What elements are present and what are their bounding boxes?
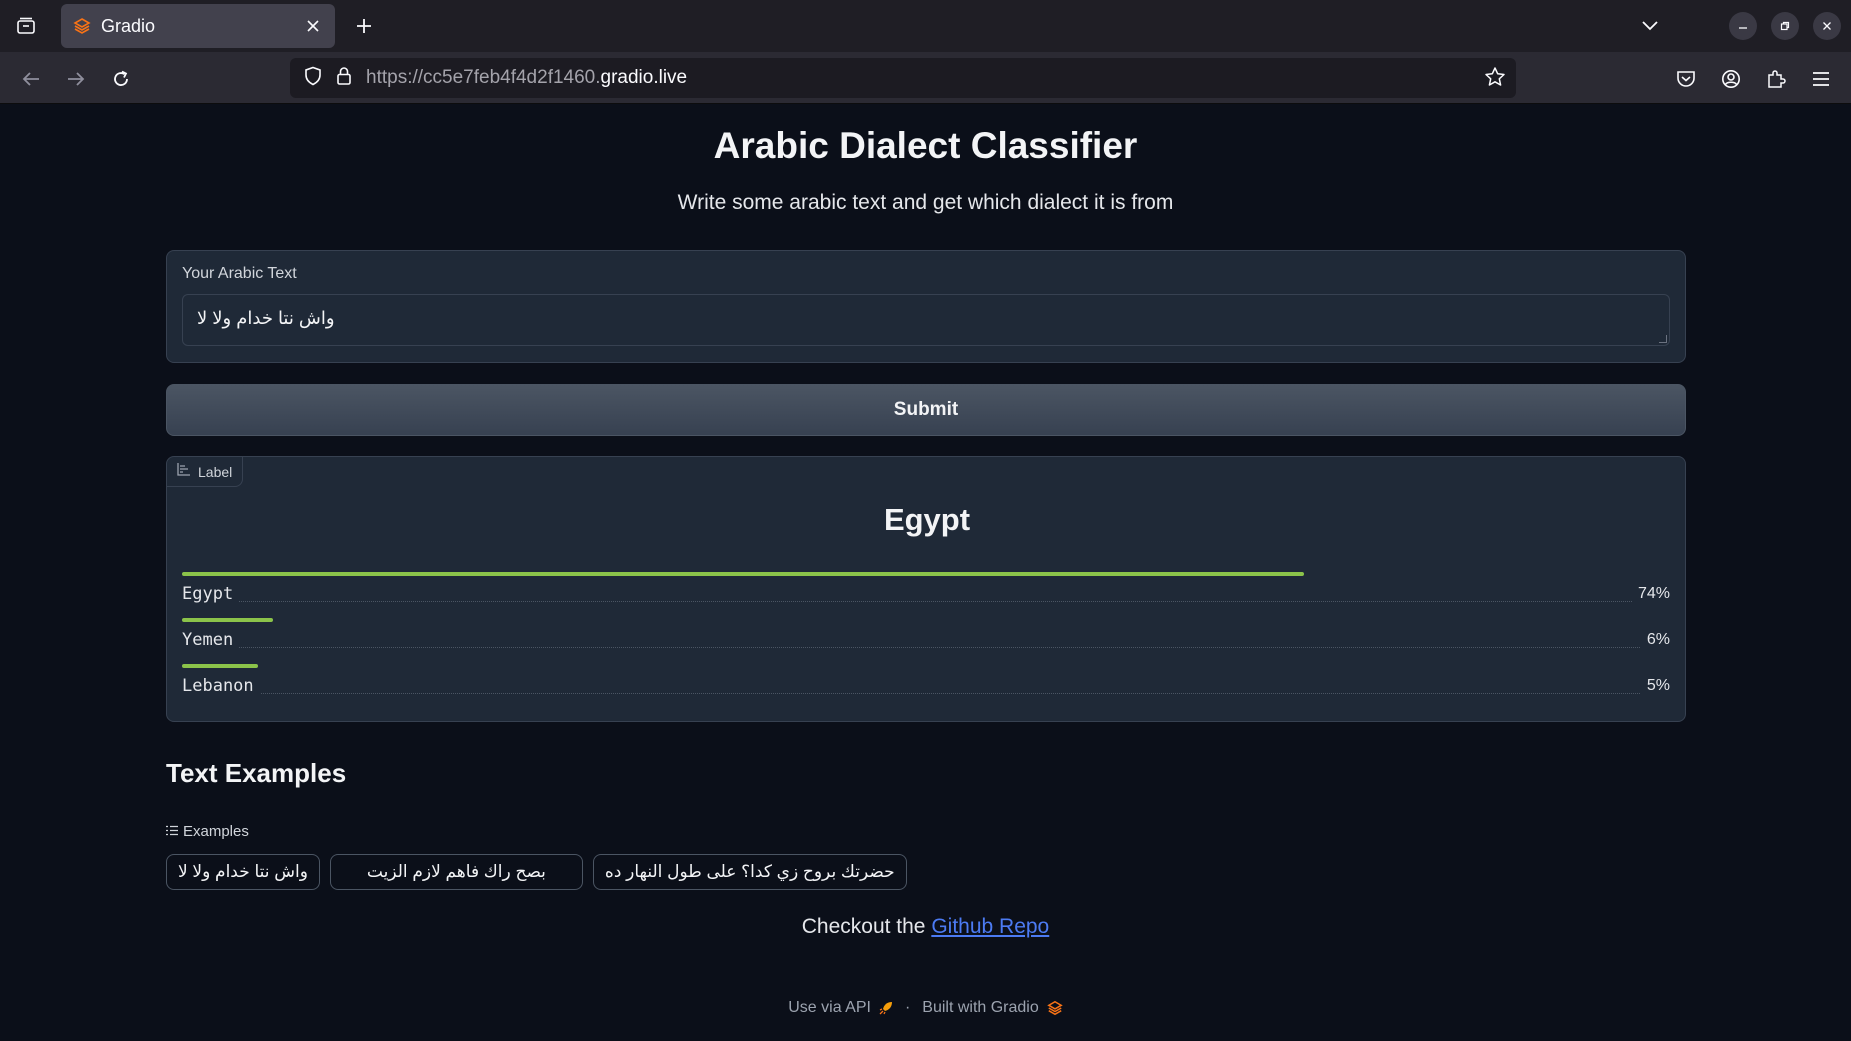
github-repo-link[interactable]: Github Repo	[931, 915, 1049, 938]
url-domain: gradio.live	[600, 67, 688, 88]
dotted-leader	[182, 601, 1670, 602]
input-label: Your Arabic Text	[182, 265, 297, 282]
back-icon[interactable]	[16, 64, 46, 94]
confidence-bar	[182, 572, 1304, 576]
submit-button[interactable]: Submit	[166, 384, 1686, 436]
gradio-logo-icon	[73, 17, 91, 35]
browser-nav-bar: https://cc5e7feb4f4d2f1460.gradio.live	[0, 52, 1851, 104]
label-output-panel: Label Egypt Egypt 74% Yemen 6% Lebanon 5…	[166, 456, 1686, 722]
text-input-panel: Your Arabic Text واش نتا خدام ولا لا	[166, 250, 1686, 363]
confidence-value: 74%	[1631, 585, 1670, 603]
label-chip: Label	[167, 457, 244, 487]
close-window-icon[interactable]	[1813, 12, 1841, 40]
use-via-api-link[interactable]: Use via API	[788, 999, 871, 1017]
browser-tab-bar: Gradio	[0, 0, 1851, 52]
gradio-logo-icon	[1047, 1000, 1063, 1016]
confidence-value: 5%	[1640, 677, 1670, 695]
examples-label-text: Examples	[183, 823, 249, 840]
browser-tab[interactable]: Gradio	[61, 4, 335, 48]
url-text[interactable]: https://cc5e7feb4f4d2f1460.gradio.live	[366, 67, 687, 89]
close-tab-icon[interactable]	[303, 16, 323, 36]
confidence-row[interactable]: Yemen 6%	[182, 618, 1670, 664]
footer-separator: ·	[904, 999, 911, 1016]
dotted-leader	[182, 693, 1670, 694]
url-bar[interactable]: https://cc5e7feb4f4d2f1460.gradio.live	[290, 58, 1516, 98]
pocket-icon[interactable]	[1671, 64, 1701, 94]
predicted-label: Egypt	[883, 502, 971, 537]
confidence-label: Egypt	[182, 584, 240, 604]
chevron-down-icon[interactable]	[1636, 12, 1664, 40]
example-button[interactable]: بصح راك فاهم لازم الزيت	[329, 854, 583, 890]
page-title: Arabic Dialect Classifier	[713, 125, 1138, 166]
label-chip-text: Label	[198, 463, 233, 480]
confidence-label: Yemen	[182, 630, 240, 650]
bookmark-star-icon[interactable]	[1484, 66, 1506, 93]
menu-icon[interactable]	[1806, 64, 1836, 94]
tab-title: Gradio	[101, 15, 156, 36]
rocket-icon	[879, 1001, 893, 1015]
minimize-icon[interactable]	[1729, 12, 1757, 40]
extensions-icon[interactable]	[1761, 64, 1791, 94]
example-button[interactable]: حضرتك بروح زي كدا؟ على طول النهار ده	[592, 854, 907, 890]
example-button[interactable]: واش نتا خدام ولا لا	[166, 854, 320, 890]
shield-icon[interactable]	[304, 66, 322, 91]
lock-icon[interactable]	[336, 66, 352, 91]
account-icon[interactable]	[1716, 64, 1746, 94]
confidence-bar	[182, 664, 258, 668]
page-description: Write some arabic text and get which dia…	[677, 191, 1174, 214]
url-prefix: https://cc5e7feb4f4d2f1460.	[366, 67, 601, 88]
resize-handle-icon[interactable]	[1659, 335, 1667, 343]
confidence-label: Lebanon	[182, 676, 260, 696]
arabic-text-input[interactable]: واش نتا خدام ولا لا	[182, 294, 1670, 346]
list-icon	[166, 823, 178, 840]
reload-icon[interactable]	[106, 64, 136, 94]
confidence-bar	[182, 618, 273, 622]
confidence-value: 6%	[1640, 631, 1670, 649]
examples-label: Examples	[166, 823, 249, 840]
forward-icon[interactable]	[61, 64, 91, 94]
built-with-gradio-link[interactable]: Built with Gradio	[922, 999, 1039, 1017]
examples-heading: Text Examples	[166, 758, 347, 788]
new-tab-icon[interactable]	[350, 12, 378, 40]
footer: Use via API · Built with Gradio	[0, 999, 1851, 1017]
input-value: واش نتا خدام ولا لا	[197, 308, 335, 328]
github-note-prefix: Checkout the	[801, 915, 932, 938]
restore-icon[interactable]	[1771, 12, 1799, 40]
bar-chart-icon	[177, 462, 190, 481]
github-note: Checkout the Github Repo	[0, 915, 1851, 939]
confidence-row[interactable]: Egypt 74%	[182, 572, 1670, 618]
tab-list-icon[interactable]	[12, 12, 40, 40]
confidence-row[interactable]: Lebanon 5%	[182, 664, 1670, 710]
examples-list: واش نتا خدام ولا لا بصح راك فاهم لازم ال…	[166, 854, 907, 890]
app-page: Arabic Dialect Classifier Write some ara…	[0, 105, 1851, 1041]
dotted-leader	[182, 647, 1670, 648]
